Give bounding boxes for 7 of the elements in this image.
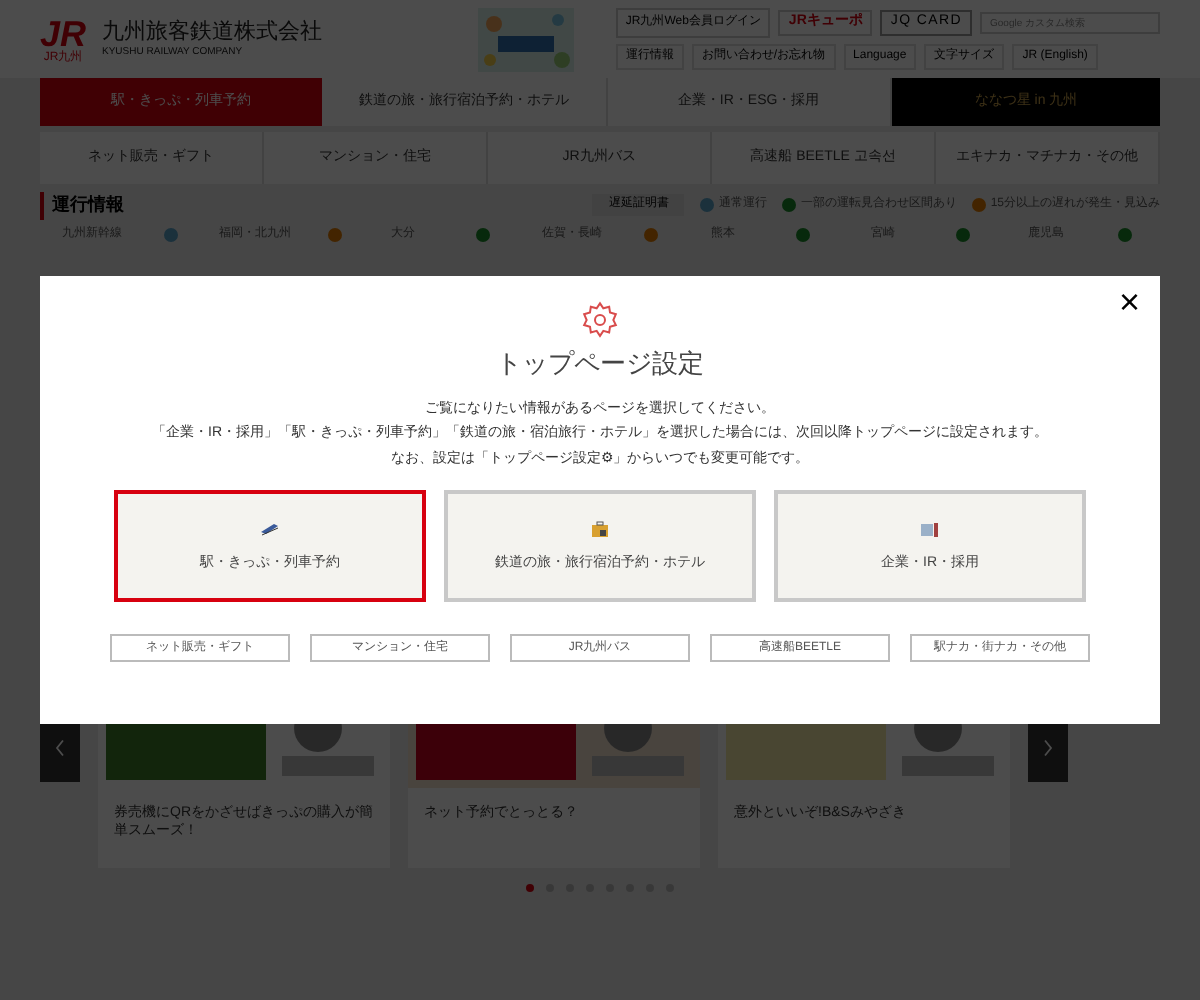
dialog-title: トップページ設定	[496, 346, 704, 382]
close-button[interactable]: ×	[1118, 284, 1140, 320]
logo[interactable]: JR	[40, 15, 87, 51]
bag-icon	[588, 517, 612, 542]
building-icon	[918, 517, 942, 542]
settings-icon	[580, 300, 620, 340]
company-name: 九州旅客鉄道株式会社	[102, 19, 323, 47]
